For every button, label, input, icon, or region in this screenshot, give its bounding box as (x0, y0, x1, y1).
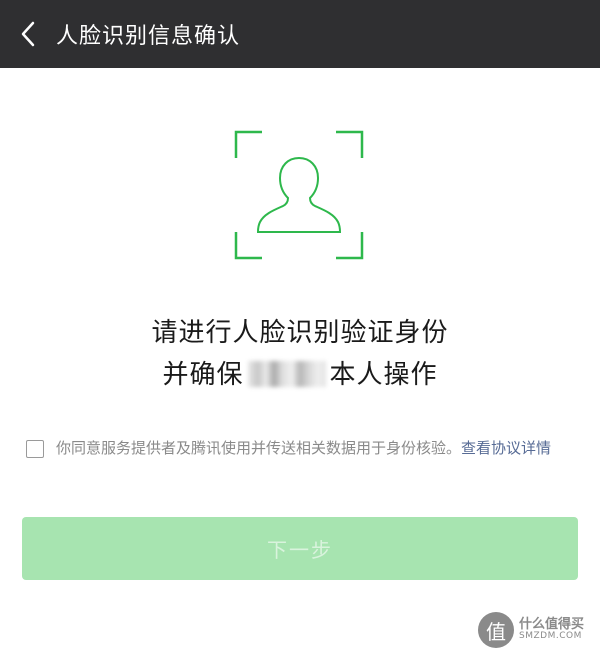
face-scan-frame-icon (234, 130, 364, 260)
back-button[interactable] (0, 0, 56, 68)
verify-prompt-line1: 请进行人脸识别验证身份 (151, 318, 449, 348)
verify-prompt-line2: 并确保 本人操作 (0, 354, 600, 391)
watermark-logo-icon: 值 (478, 612, 514, 648)
prompt-suffix: 本人操作 (329, 360, 438, 390)
agreement-checkbox[interactable] (26, 440, 44, 458)
agreement-text: 你同意服务提供者及腾讯使用并传送相关数据用于身份核验。查看协议详情 (56, 436, 551, 461)
redacted-name (247, 361, 326, 387)
next-button[interactable]: 下一步 (22, 517, 578, 580)
nav-bar: 人脸识别信息确认 (0, 0, 600, 68)
watermark-en: SMZDM.COM (519, 631, 582, 642)
agreement-link[interactable]: 查看协议详情 (461, 439, 551, 457)
watermark-text: 什么值得买 SMZDM.COM (519, 616, 585, 642)
agreement-statement: 你同意服务提供者及腾讯使用并传送相关数据用于身份核验。 (56, 439, 462, 457)
prompt-prefix: 并确保 (162, 360, 244, 390)
watermark-cn: 什么值得买 (519, 616, 585, 632)
site-watermark: 值 什么值得买 SMZDM.COM (478, 606, 596, 654)
chevron-left-icon (21, 21, 35, 47)
agreement-row: 你同意服务提供者及腾讯使用并传送相关数据用于身份核验。查看协议详情 (26, 436, 582, 461)
page-title: 人脸识别信息确认 (56, 24, 241, 49)
